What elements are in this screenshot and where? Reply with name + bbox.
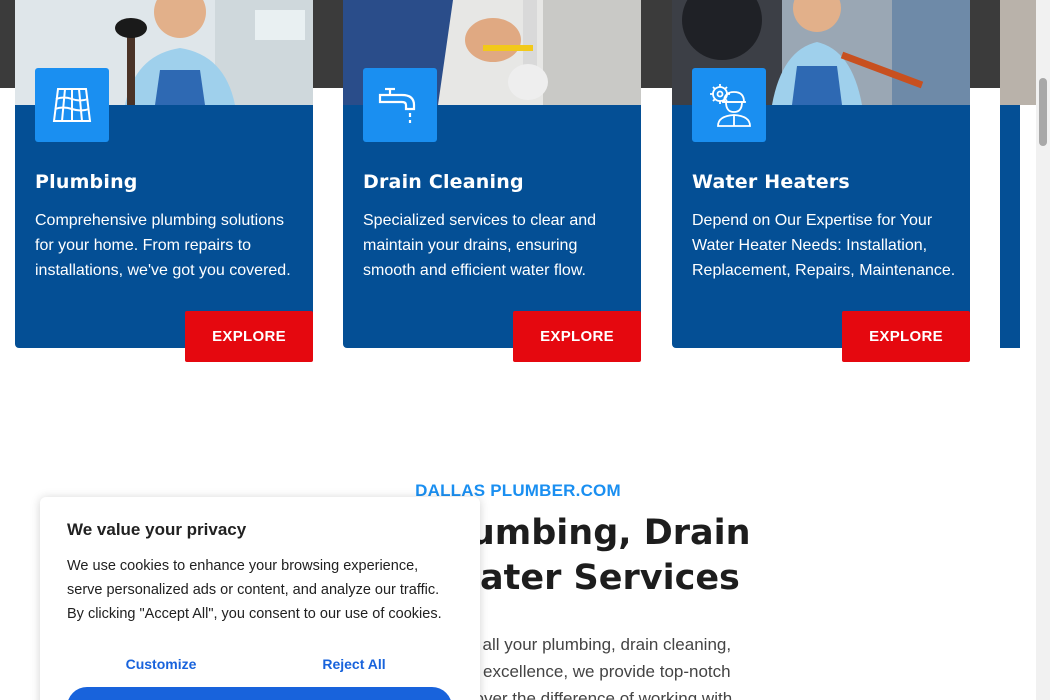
cookie-consent-banner: We value your privacy We use cookies to … [40, 497, 480, 700]
scrollbar-thumb[interactable] [1039, 78, 1047, 146]
card-body [1000, 105, 1020, 348]
cookie-title: We value your privacy [67, 520, 247, 539]
card-description: Comprehensive plumbing solutions for you… [35, 212, 291, 279]
card-title: Water Heaters [692, 171, 850, 193]
explore-button[interactable]: EXPLORE [842, 311, 970, 362]
service-card-drain-cleaning: Drain Cleaning Specialized services to c… [343, 0, 641, 362]
card-title: Plumbing [35, 171, 138, 193]
tiles-icon [35, 68, 109, 142]
vertical-scrollbar[interactable] [1036, 0, 1050, 700]
card-description: Depend on Our Expertise for Your Water H… [692, 212, 956, 279]
service-card-plumbing: Plumbing Comprehensive plumbing solution… [15, 0, 313, 362]
service-card-partial [1000, 0, 1036, 348]
explore-button[interactable]: EXPLORE [513, 311, 641, 362]
service-card-water-heaters: Water Heaters Depend on Our Expertise fo… [672, 0, 970, 362]
reject-all-button[interactable]: Reject All [260, 649, 448, 679]
worker-gear-icon [692, 68, 766, 142]
accept-all-button[interactable] [67, 687, 452, 700]
faucet-icon [363, 68, 437, 142]
card-title: Drain Cleaning [363, 171, 524, 193]
customize-button[interactable]: Customize [67, 649, 255, 679]
cookie-text: We use cookies to enhance your browsing … [67, 558, 442, 622]
page: Plumbing Comprehensive plumbing solution… [0, 0, 1036, 700]
explore-button[interactable]: EXPLORE [185, 311, 313, 362]
card-photo [1000, 0, 1036, 105]
card-description: Specialized services to clear and mainta… [363, 212, 597, 279]
